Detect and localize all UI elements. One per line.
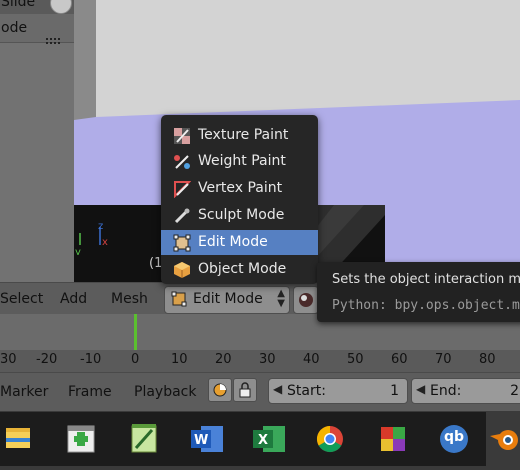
start-frame-label: Start: xyxy=(287,383,326,399)
select-menu[interactable]: Select xyxy=(0,291,43,307)
panel-tab-label[interactable]: Slide xyxy=(1,0,35,10)
end-frame-label: End: xyxy=(430,383,462,399)
mode-selector[interactable]: Edit Mode ▲ ▼ xyxy=(164,286,290,314)
ruler-tick: -10 xyxy=(80,352,102,367)
ruler-tick: 50 xyxy=(347,352,364,367)
menu-item-label: Texture Paint xyxy=(198,127,289,143)
excel-icon[interactable]: X xyxy=(247,412,297,466)
sculpt-mode-icon xyxy=(174,208,190,224)
drag-grip-icon[interactable] xyxy=(46,38,62,46)
start-frame-value: 1 xyxy=(390,383,399,399)
end-frame-field[interactable]: ◀ End: 25 xyxy=(411,378,520,404)
axis-gizmo: y z x xyxy=(75,221,108,255)
menu-item-label: Edit Mode xyxy=(198,234,268,250)
menu-item-weight-paint[interactable]: Weight Paint xyxy=(161,149,318,174)
svg-text:y: y xyxy=(75,247,81,255)
mode-selector-value: Edit Mode xyxy=(193,291,263,307)
playback-menu[interactable]: Playback xyxy=(134,384,196,400)
weight-paint-icon xyxy=(174,155,190,169)
updown-arrow-icon: ▲ ▼ xyxy=(277,288,285,309)
lock-icon[interactable] xyxy=(233,378,257,402)
svg-text:X: X xyxy=(258,433,268,448)
menu-item-edit-mode[interactable]: Edit Mode xyxy=(161,230,318,255)
menu-item-sculpt-mode[interactable]: Sculpt Mode xyxy=(161,203,318,228)
menu-item-label: Weight Paint xyxy=(198,153,286,169)
edit-mode-icon xyxy=(173,234,191,252)
notepad-icon[interactable] xyxy=(122,412,172,466)
windows-taskbar: W X qb xyxy=(0,412,520,466)
tooltip-python: Python: bpy.ops.object.m xyxy=(332,298,520,313)
ruler-tick: 80 xyxy=(479,352,496,367)
file-explorer-icon[interactable] xyxy=(0,412,50,466)
shading-sphere-icon xyxy=(299,293,313,307)
menu-item-label: Sculpt Mode xyxy=(198,207,285,223)
menu-item-label: Vertex Paint xyxy=(198,180,283,196)
object-mode-icon xyxy=(174,262,190,278)
qbittorrent-icon[interactable]: qb xyxy=(430,412,480,466)
menu-item-texture-paint[interactable]: Texture Paint xyxy=(161,123,318,148)
timeline-playhead[interactable] xyxy=(134,314,137,350)
blender-icon[interactable] xyxy=(486,412,520,466)
ruler-tick: 60 xyxy=(391,352,408,367)
svg-text:W: W xyxy=(194,433,208,448)
timeline-ruler[interactable]: 30 -20 -10 0 10 20 30 40 50 60 70 80 xyxy=(0,350,520,372)
decrement-arrow-icon[interactable]: ◀ xyxy=(273,382,282,396)
decrement-arrow-icon[interactable]: ◀ xyxy=(416,382,425,396)
menu-item-label: Object Mode xyxy=(198,261,287,277)
ruler-tick: 70 xyxy=(435,352,452,367)
ruler-tick: 0 xyxy=(131,352,140,367)
mosaic-app-icon[interactable] xyxy=(369,412,419,466)
texture-paint-icon xyxy=(174,128,190,144)
qbittorrent-label: qb xyxy=(444,429,465,445)
add-menu[interactable]: Add xyxy=(60,291,87,307)
tool-shelf-title: ode xyxy=(1,20,28,36)
svg-text:x: x xyxy=(102,237,108,248)
end-frame-value: 25 xyxy=(510,383,520,399)
ruler-tick: 30 xyxy=(259,352,276,367)
marker-menu[interactable]: Marker xyxy=(0,384,48,400)
viewport-shading-button[interactable] xyxy=(293,286,319,314)
ruler-tick: 40 xyxy=(303,352,320,367)
ruler-tick: -20 xyxy=(36,352,58,367)
ruler-tick: 20 xyxy=(215,352,232,367)
mode-dropdown-menu: Texture Paint Weight Paint Vertex Paint … xyxy=(161,115,318,284)
media-app-icon[interactable] xyxy=(60,412,110,466)
keying-set-icon[interactable] xyxy=(208,378,232,402)
menu-item-vertex-paint[interactable]: Vertex Paint xyxy=(161,176,318,201)
chrome-icon[interactable] xyxy=(306,412,356,466)
ruler-tick: 10 xyxy=(171,352,188,367)
word-icon[interactable]: W xyxy=(185,412,235,466)
svg-text:z: z xyxy=(98,221,103,232)
edit-mode-icon xyxy=(171,291,187,307)
frame-menu[interactable]: Frame xyxy=(68,384,112,400)
mesh-menu[interactable]: Mesh xyxy=(111,291,148,307)
tooltip: Sets the object interaction mo Python: b… xyxy=(317,262,520,322)
tool-shelf-header[interactable]: ode xyxy=(0,14,74,46)
start-frame-field[interactable]: ◀ Start: 1 xyxy=(268,378,408,404)
ruler-tick: 30 xyxy=(0,352,17,367)
vertex-paint-icon xyxy=(174,181,191,198)
menu-item-object-mode[interactable]: Object Mode xyxy=(161,257,318,282)
tooltip-description: Sets the object interaction mo xyxy=(332,272,520,287)
